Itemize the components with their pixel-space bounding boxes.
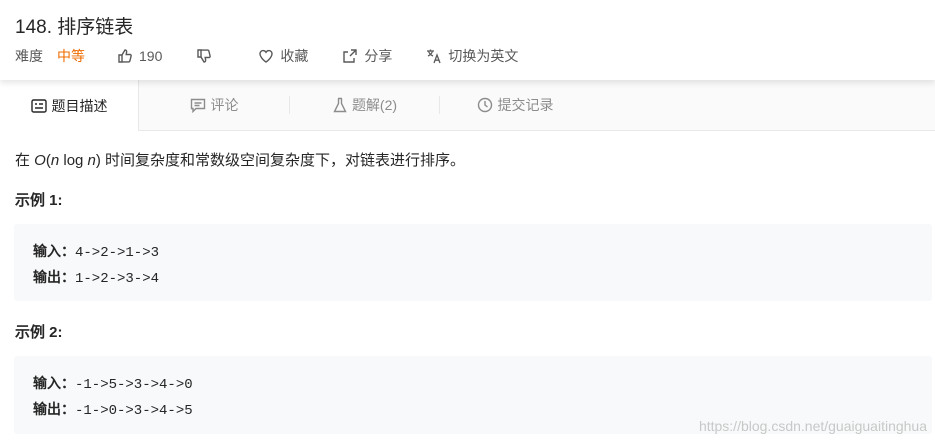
- tab-description[interactable]: 题目描述: [0, 80, 139, 131]
- like-button[interactable]: 190: [117, 48, 162, 64]
- problem-meta-bar: 难度 中等 190 收藏 分享 切换为英文: [15, 46, 544, 66]
- problem-header: 148. 排序链表 难度 中等 190 收藏 分享 切换为英文: [0, 0, 935, 80]
- share-label: 分享: [364, 48, 393, 64]
- favorite-button[interactable]: 收藏: [258, 46, 308, 66]
- tab-bar: 题目描述 评论 题解(2) 提交记录: [0, 80, 935, 131]
- share-button[interactable]: 分享: [342, 46, 392, 66]
- example-input-line: 输入：4->2->1->3: [33, 243, 160, 261]
- comment-icon: [190, 98, 205, 113]
- tab-label: 提交记录: [497, 97, 554, 113]
- example-output-line: 输出：1->2->3->4: [33, 269, 160, 287]
- difficulty-label: 难度: [15, 48, 43, 64]
- problem-description: 在 O(n log n) 时间复杂度和常数级空间复杂度下，对链表进行排序。: [15, 152, 466, 169]
- example-title: 示例 1:: [15, 192, 63, 209]
- clock-icon: [477, 97, 492, 113]
- thumbs-down-icon: [197, 49, 212, 63]
- example-input-line: 输入：-1->5->3->4->0: [33, 375, 193, 393]
- switch-language-button[interactable]: 切换为英文: [426, 46, 518, 66]
- tab-divider: [439, 96, 440, 114]
- switch-language-label: 切换为英文: [448, 48, 519, 64]
- favorite-label: 收藏: [280, 48, 309, 64]
- flask-icon: [333, 97, 347, 113]
- tab-label: 题解(2): [351, 97, 398, 113]
- dislike-button[interactable]: [196, 48, 218, 64]
- tab-comments[interactable]: 评论: [139, 80, 289, 130]
- tab-label: 评论: [210, 97, 239, 113]
- example-title: 示例 2:: [15, 324, 63, 341]
- tab-submissions[interactable]: 提交记录: [440, 80, 590, 130]
- example-output-line: 输出：-1->0->3->4->5: [33, 401, 193, 419]
- tab-solutions[interactable]: 题解(2): [290, 80, 440, 130]
- example-code-block: 输入：4->2->1->3 输出：1->2->3->4: [14, 224, 932, 301]
- watermark: https://blog.csdn.net/guaiguaitinghua: [698, 418, 927, 434]
- problem-title: 148. 排序链表: [15, 17, 134, 38]
- difficulty-badge: 中等: [57, 48, 85, 64]
- heart-icon: [259, 49, 274, 63]
- description-icon: [30, 98, 47, 113]
- translate-icon: [427, 49, 441, 64]
- share-icon: [343, 49, 358, 63]
- tab-divider: [289, 96, 290, 114]
- thumbs-up-icon: [118, 49, 132, 63]
- like-count: 190: [139, 48, 163, 64]
- tab-label: 题目描述: [51, 97, 108, 114]
